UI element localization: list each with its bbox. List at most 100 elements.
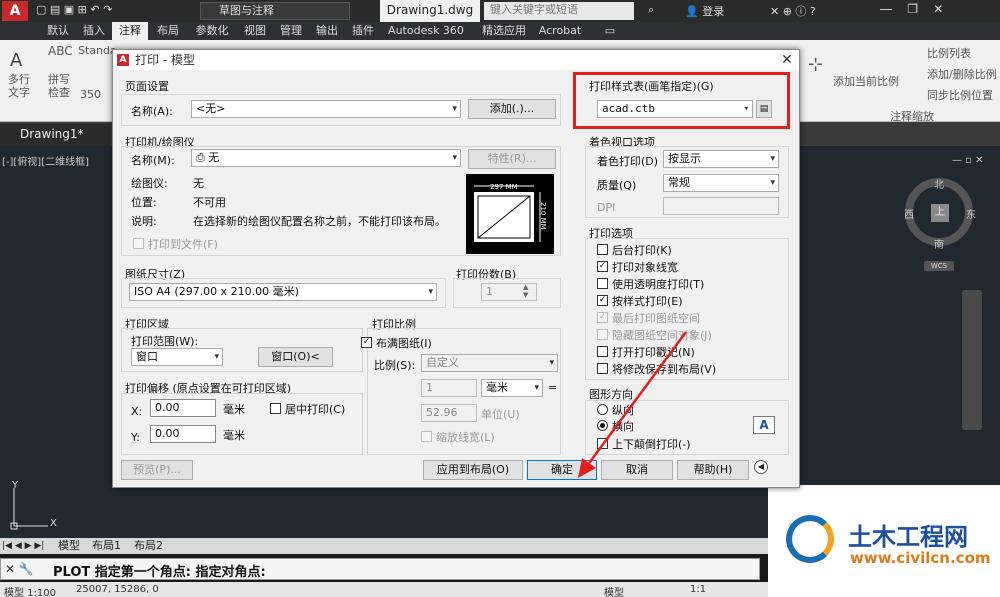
layout-tab-layout2[interactable]: 布局2 [134,539,163,553]
tab-featured-apps[interactable]: 精选应用 [474,22,534,40]
scale-value: 自定义 [426,356,459,369]
scale-unit-select[interactable]: 毫米 ▾ [481,379,543,397]
text-icon[interactable]: A [10,50,22,71]
tab-view[interactable]: 视图 [238,22,272,40]
paper-size-select[interactable]: ISO A4 (297.00 x 210.00 毫米) ▾ [129,283,437,301]
tab-annotate[interactable]: 注释 [112,22,148,40]
tab-insert[interactable]: 插入 [78,22,110,40]
collapse-options-icon[interactable]: ◀ [754,460,768,474]
center-plot-label: 居中打印(C) [285,403,346,416]
spell-check-button[interactable]: 拼写 检查 [48,73,70,99]
scale-value2-input[interactable]: 52.96 [421,404,477,422]
shade-plot-select[interactable]: 按显示 ▾ [663,150,779,168]
wrench-icon[interactable]: ✕ 🔧 [5,562,34,576]
scale-value1-input[interactable]: 1 [421,379,477,397]
doc-tab-drawing1[interactable]: Drawing1* [0,124,110,146]
search-input[interactable]: 键入关键字或短语 [484,2,634,20]
scale-icon: ⊹ [808,54,824,75]
offset-x-input[interactable]: 0.00 [150,399,216,417]
viewcube-top-face[interactable]: 上 [931,204,949,222]
autocad-logo-icon[interactable]: A [2,1,28,21]
scale-lineweights-checkbox[interactable] [421,431,432,442]
plotter-label: 绘图仪: [131,177,168,190]
binoculars-icon[interactable]: ⌕ [648,3,654,17]
status-scale[interactable]: 模型 1:100 [4,584,56,597]
view-label[interactable]: [-][俯视][二维线框] [2,153,89,168]
navigation-bar[interactable] [962,290,982,430]
printer-name-select[interactable]: ⎙ 无 ▾ [191,149,461,167]
plot-option-checkbox[interactable] [597,278,608,289]
command-text: PLOT 指定第一个角点: 指定对角点: [53,565,266,580]
wcs-menu[interactable]: WCS [924,261,954,271]
add-delete-scale-button[interactable]: 添加/删除比例 [927,66,997,82]
quick-access-toolbar[interactable]: ▢ ▤ ▣ ⊞ ↶ ↷ [36,3,112,19]
printer-properties-button[interactable]: 特性(R)... [468,149,556,169]
text-height-input[interactable]: 350 [80,88,101,101]
copies-input[interactable]: 1 [481,283,537,301]
center-plot-checkbox[interactable] [270,403,281,414]
scale-select[interactable]: 自定义 ▾ [421,354,558,372]
sync-scale-button[interactable]: 同步比例位置 [927,87,993,103]
plot-option-checkbox[interactable] [597,244,608,255]
plot-option-checkbox[interactable]: ✓ [597,312,608,323]
text-style-select[interactable]: Standa [78,44,117,57]
status-model[interactable]: 模型 [604,584,624,597]
fit-paper-label: 布满图纸(I) [376,337,432,350]
layout-nav-arrows[interactable]: |◀ ◀ ▶ ▶| [2,539,44,553]
dialog-title-bar[interactable]: A 打印 - 模型 [113,50,799,70]
tab-layout[interactable]: 布局 [150,22,186,40]
quality-value: 常规 [668,176,690,189]
tab-plugins[interactable]: 插件 [346,22,380,40]
layout-tab-model[interactable]: 模型 [58,539,80,553]
viewport-controls[interactable]: — ▫ ✕ [952,155,984,166]
quality-select[interactable]: 常规 ▾ [663,174,779,192]
dialog-close-button[interactable]: ✕ [777,50,797,70]
paper-size-value: ISO A4 (297.00 x 210.00 毫米) [134,285,299,298]
plot-option-checkbox[interactable]: ✓ [597,295,608,306]
workspace-select[interactable]: 草图与注释 [200,2,350,20]
tab-manage[interactable]: 管理 [274,22,308,40]
scale-list-button[interactable]: 比例列表 [927,45,971,61]
offset-x-label: X: [131,405,143,418]
spellcheck-icon[interactable]: ABC [48,44,73,58]
page-setup-label: 页面设置 [125,80,169,93]
add-page-setup-button[interactable]: 添加(.)... [468,99,556,119]
tab-default[interactable]: 默认 [40,22,76,40]
layout-tab-layout1[interactable]: 布局1 [92,539,121,553]
offset-y-input[interactable]: 0.00 [150,425,216,443]
paper-height-label: 210 MM [539,202,547,230]
tab-parametric[interactable]: 参数化 [188,22,236,40]
plot-option-checkbox[interactable]: ✓ [597,261,608,272]
plot-range-label: 打印范围(W): [131,335,199,348]
command-line[interactable]: ✕ 🔧 PLOT 指定第一个角点: 指定对角点: [0,558,760,580]
ucs-icon: Y X [10,480,57,530]
fit-paper-checkbox[interactable]: ✓ [361,337,372,348]
compass-west[interactable]: 西 [904,206,914,221]
tab-output[interactable]: 输出 [310,22,344,40]
copies-spinner[interactable]: ▲ ▼ [523,283,528,299]
compass-east[interactable]: 东 [966,206,976,221]
plot-range-select[interactable]: 窗口 ▾ [131,348,223,366]
plot-option-label: 使用透明度打印(T) [612,278,705,291]
compass-south[interactable]: 南 [934,236,944,251]
multiline-text-button[interactable]: 多行 文字 [8,73,30,99]
window-button[interactable]: 窗口(O)< [258,347,333,367]
page-setup-name-select[interactable]: <无> ▾ [191,100,461,118]
print-to-file-checkbox[interactable] [133,238,144,249]
title-bar: A ▢ ▤ ▣ ⊞ ↶ ↷ 草图与注释 Drawing1.dwg 键入关键字或短… [0,0,1000,22]
ribbon-toggle-icon[interactable]: ▭ [600,22,620,40]
status-annotation-scale[interactable]: 1:1 [690,584,706,595]
status-coordinates: 25007, 15286, 0 [76,584,159,595]
window-controls[interactable]: ― ❐ ✕ [880,2,943,16]
tab-autodesk360[interactable]: Autodesk 360 [384,22,468,40]
tab-acrobat[interactable]: Acrobat [536,22,584,40]
scale-unit2-label: 单位(U) [481,408,520,421]
compass-north[interactable]: 北 [934,176,944,191]
login-link[interactable]: 👤 登录 [685,3,724,19]
dpi-input[interactable] [663,197,779,215]
add-current-scale-button[interactable]: 添加当前比例 [833,73,899,89]
help-icon[interactable]: ✕ ⊕ ⓘ ? [770,3,816,19]
apply-to-layout-button[interactable]: 应用到布局(O) [423,460,523,480]
login-label: 登录 [702,5,725,18]
preview-button[interactable]: 预览(P)... [121,460,193,480]
